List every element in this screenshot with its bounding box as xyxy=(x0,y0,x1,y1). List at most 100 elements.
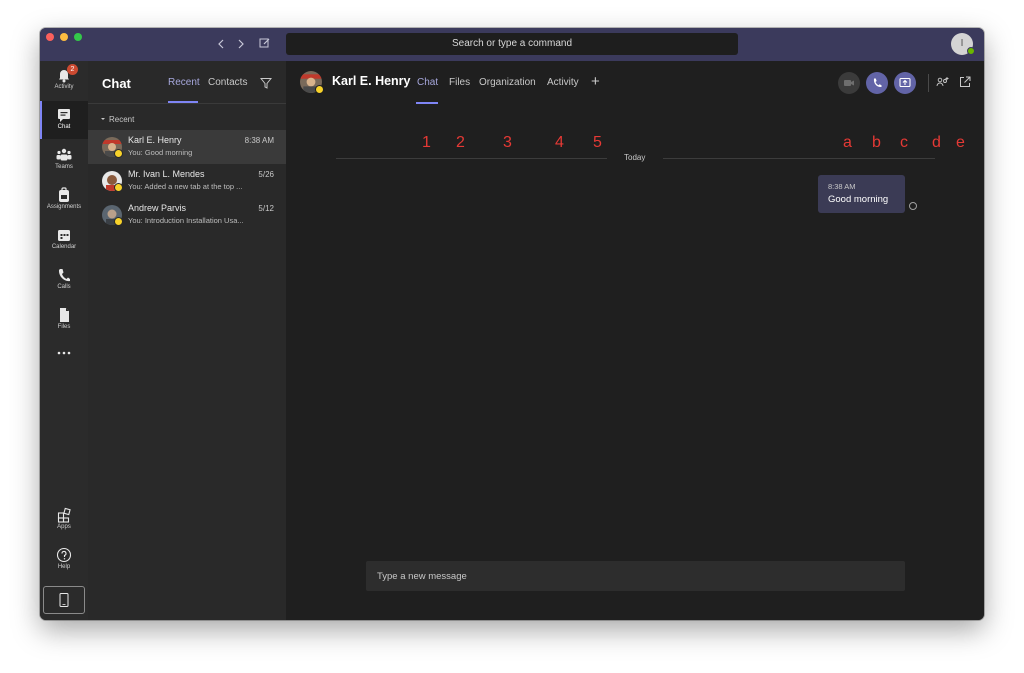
chat-list-title: Chat xyxy=(102,76,131,91)
mobile-device-button[interactable] xyxy=(43,586,85,614)
chat-preview: You: Introduction Installation Usa... xyxy=(128,216,244,225)
day-divider-line xyxy=(336,158,607,159)
minimize-window-button[interactable] xyxy=(60,33,68,41)
rail-label: Assignments xyxy=(46,204,82,210)
chat-preview: You: Added a new tab at the top ... xyxy=(128,182,243,191)
screen-share-button[interactable] xyxy=(894,72,916,94)
compose-input[interactable] xyxy=(366,561,905,591)
rail-label: Activity xyxy=(54,84,74,90)
chat-name: Karl E. Henry xyxy=(128,135,182,145)
mobile-phone-icon xyxy=(59,593,69,607)
back-button[interactable] xyxy=(214,36,228,52)
tab-organization[interactable]: Organization xyxy=(479,77,536,88)
pop-out-button[interactable] xyxy=(958,75,972,89)
chat-row-andrew[interactable]: Andrew Parvis 5/12 You: Introduction Ins… xyxy=(88,198,286,232)
title-bar: Search or type a command I xyxy=(40,28,984,61)
annotation-number: 5 xyxy=(593,134,602,151)
recent-section-header[interactable]: Recent xyxy=(100,115,134,124)
add-people-button[interactable] xyxy=(936,75,950,89)
calendar-icon xyxy=(58,230,70,241)
tab-activity[interactable]: Activity xyxy=(547,77,579,88)
annotation-number: 3 xyxy=(503,134,512,151)
zoom-window-button[interactable] xyxy=(74,33,82,41)
chat-time: 8:38 AM xyxy=(244,136,274,145)
day-divider-line xyxy=(663,158,935,159)
activity-badge: 2 xyxy=(67,64,78,75)
video-call-button[interactable] xyxy=(838,72,860,94)
rail-more-button[interactable] xyxy=(40,343,88,365)
chat-row-karl[interactable]: Karl E. Henry 8:38 AM You: Good morning xyxy=(88,130,286,164)
teams-window: Search or type a command I 2 Activity Ch… xyxy=(40,28,984,620)
rail-item-activity[interactable]: 2 Activity xyxy=(40,61,88,99)
rail-label: Teams xyxy=(55,164,73,170)
toolbar-divider xyxy=(928,74,929,92)
rail-item-apps[interactable]: Apps xyxy=(40,501,88,539)
rail-item-calls[interactable]: Calls xyxy=(40,261,88,299)
search-bar[interactable]: Search or type a command xyxy=(286,33,738,55)
away-status-icon xyxy=(114,183,123,192)
chat-time: 5/26 xyxy=(258,170,274,179)
phone-icon xyxy=(873,78,882,88)
search-placeholder: Search or type a command xyxy=(451,38,573,49)
annotation-letter: a xyxy=(843,134,852,151)
message-time: 8:38 AM xyxy=(828,182,856,191)
available-status-icon xyxy=(967,47,975,55)
rail-label: Apps xyxy=(57,524,71,530)
away-status-icon xyxy=(114,149,123,158)
conversation-title: Karl E. Henry xyxy=(332,74,411,88)
apps-icon xyxy=(57,507,71,523)
chat-name: Andrew Parvis xyxy=(128,203,187,213)
audio-call-button[interactable] xyxy=(866,72,888,94)
rail-item-assignments[interactable]: Assignments xyxy=(40,181,88,219)
compose-icon xyxy=(259,38,270,48)
read-receipt-icon xyxy=(909,202,917,210)
chat-icon xyxy=(58,109,70,122)
screen-share-icon xyxy=(899,77,911,88)
tab-chat[interactable]: Chat xyxy=(417,77,438,88)
chat-row-ivan[interactable]: Mr. Ivan L. Mendes 5/26 You: Added a new… xyxy=(88,164,286,198)
rail-label: Files xyxy=(57,324,71,330)
pop-out-icon xyxy=(960,76,971,87)
tab-files[interactable]: Files xyxy=(449,77,470,88)
rail-item-calendar[interactable]: Calendar xyxy=(40,221,88,259)
recent-section-label: Recent xyxy=(109,115,135,124)
rail-item-help[interactable]: Help xyxy=(40,541,88,579)
people-add-icon xyxy=(936,77,949,87)
annotation-letter: d xyxy=(932,134,941,151)
rail-label: Calls xyxy=(57,284,71,290)
help-icon xyxy=(56,547,72,563)
chat-list-pane: Chat Recent Contacts Recent Karl E. Henr… xyxy=(88,61,286,620)
phone-icon xyxy=(58,269,70,282)
more-icon xyxy=(57,351,71,355)
chat-preview: You: Good morning xyxy=(128,148,193,157)
rail-label: Calendar xyxy=(51,244,77,250)
away-status-icon xyxy=(114,217,123,226)
annotation-letter: e xyxy=(956,134,965,151)
rail-item-chat[interactable]: Chat xyxy=(40,101,88,139)
caret-down-icon xyxy=(101,118,105,120)
chat-name: Mr. Ivan L. Mendes xyxy=(128,169,205,179)
file-icon xyxy=(60,308,69,322)
annotation-letter: c xyxy=(900,134,908,151)
add-tab-button[interactable]: + xyxy=(591,73,600,90)
forward-button[interactable] xyxy=(234,36,248,52)
tab-recent[interactable]: Recent xyxy=(168,77,200,88)
profile-initial: I xyxy=(960,38,964,49)
new-chat-button[interactable] xyxy=(258,36,272,52)
chat-time: 5/12 xyxy=(258,204,274,213)
video-camera-icon xyxy=(844,80,854,86)
filter-button[interactable] xyxy=(259,76,273,94)
chevron-right-icon xyxy=(238,39,244,49)
divider xyxy=(88,103,286,104)
rail-item-files[interactable]: Files xyxy=(40,301,88,339)
annotation-number: 2 xyxy=(456,134,465,151)
annotation-letter: b xyxy=(872,134,881,151)
tab-contacts[interactable]: Contacts xyxy=(208,77,247,88)
annotation-number: 1 xyxy=(422,134,431,151)
message-bubble[interactable]: 8:38 AM Good morning xyxy=(818,175,905,213)
rail-item-teams[interactable]: Teams xyxy=(40,141,88,179)
filter-icon xyxy=(259,78,273,89)
close-window-button[interactable] xyxy=(46,33,54,41)
message-composer[interactable] xyxy=(366,561,905,591)
rail-label: Help xyxy=(57,564,71,570)
